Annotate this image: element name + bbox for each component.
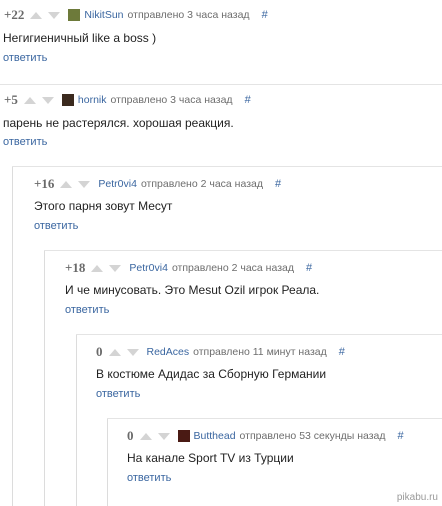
comment-rating: +22 [4, 7, 25, 22]
comment-rating: 0 [127, 428, 134, 443]
thread-line [12, 166, 13, 506]
comment-rating: +18 [65, 260, 86, 275]
nikitsun-avatar-icon [68, 9, 81, 21]
comment-permalink[interactable]: # [339, 346, 345, 358]
downvote-icon[interactable] [41, 96, 54, 104]
comment-meta: +16 Petr0vi4 отправлено 2 часа назад # [34, 176, 281, 192]
comment-permalink[interactable]: # [245, 94, 251, 106]
reply-link[interactable]: ответить [65, 304, 109, 316]
comment-time: отправлено 2 часа назад [140, 178, 263, 190]
comment-meta: +18 Petr0vi4 отправлено 2 часа назад # [65, 260, 312, 276]
comment-text: На канале Sport TV из Турции [127, 451, 294, 465]
divider [12, 166, 442, 167]
comment-text: Негигиеничный like a boss ) [3, 31, 157, 45]
upvote-icon[interactable] [30, 11, 43, 19]
divider [76, 334, 442, 335]
reply-link[interactable]: ответить [3, 136, 47, 148]
butthead-avatar-icon [177, 430, 190, 442]
comment-permalink[interactable]: # [398, 430, 404, 442]
downvote-icon[interactable] [48, 11, 61, 19]
comment-text: парень не растерялся. хорошая реакция. [3, 116, 234, 130]
reply-link[interactable]: ответить [96, 388, 140, 400]
comment-meta: +22 NikitSun отправлено 3 часа назад # [4, 7, 268, 23]
comment-permalink[interactable]: # [275, 178, 281, 190]
hornik-avatar-icon [61, 94, 74, 106]
downvote-icon[interactable] [109, 264, 122, 272]
upvote-icon[interactable] [91, 264, 104, 272]
comment-time: отправлено 3 часа назад [110, 94, 233, 106]
comment-author[interactable]: Petr0vi4 [129, 262, 168, 274]
thread-line [76, 334, 77, 506]
comment-permalink[interactable]: # [306, 262, 312, 274]
comment-meta: 0 Butthead отправлено 53 секунды назад # [127, 428, 404, 444]
thread-line [44, 250, 45, 506]
reply-link[interactable]: ответить [34, 220, 78, 232]
comment-text: Этого парня зовут Месут [34, 199, 173, 213]
divider [107, 418, 442, 419]
downvote-icon[interactable] [157, 432, 170, 440]
watermark: pikabu.ru [396, 492, 438, 503]
divider [0, 84, 442, 85]
comment-time: отправлено 3 часа назад [127, 9, 250, 21]
comment-rating: +5 [4, 92, 18, 107]
comment-author[interactable]: Petr0vi4 [98, 178, 137, 190]
upvote-icon[interactable] [60, 180, 73, 188]
comment-time: отправлено 11 минут назад [193, 346, 327, 358]
comment-permalink[interactable]: # [262, 9, 268, 21]
comment-author[interactable]: hornik [78, 94, 107, 106]
comment-author[interactable]: RedAces [147, 346, 190, 358]
comment-meta: +5 hornik отправлено 3 часа назад # [4, 92, 251, 108]
comment-rating: 0 [96, 344, 103, 359]
comment-meta: 0 RedAces отправлено 11 минут назад # [96, 344, 345, 360]
downvote-icon[interactable] [126, 348, 139, 356]
comment-rating: +16 [34, 176, 55, 191]
comment-author[interactable]: NikitSun [84, 9, 123, 21]
reply-link[interactable]: ответить [127, 472, 171, 484]
upvote-icon[interactable] [108, 348, 121, 356]
reply-link[interactable]: ответить [3, 52, 47, 64]
comment-time: отправлено 2 часа назад [171, 262, 294, 274]
comment-author[interactable]: Butthead [194, 430, 236, 442]
downvote-icon[interactable] [78, 180, 91, 188]
comment-text: В костюме Адидас за Сборную Германии [96, 367, 327, 381]
comment-text: И че минусовать. Это Mesut Ozil игрок Ре… [65, 283, 320, 297]
comment-time: отправлено 53 секунды назад [239, 430, 386, 442]
thread-line [107, 418, 108, 506]
upvote-icon[interactable] [23, 96, 36, 104]
divider [44, 250, 442, 251]
upvote-icon[interactable] [139, 432, 152, 440]
